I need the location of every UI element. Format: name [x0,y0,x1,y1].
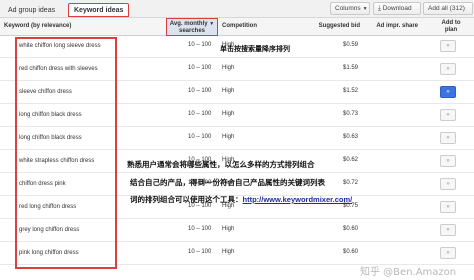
annotation-line-3: 词的排列组合可以使用这个工具：http://www.keywordmixer.c… [130,194,352,205]
add-to-plan-button[interactable]: » [440,86,456,98]
keyword-highlight-box [15,37,117,269]
header-plan-line1: Add to [441,20,461,26]
add-to-plan-button[interactable]: » [440,132,456,144]
tab-keyword-ideas[interactable]: Keyword ideas [68,3,130,17]
suggested-bid: $1.52 [342,88,358,94]
header-competition[interactable]: Competition [222,18,282,36]
add-to-plan-button[interactable]: » [440,224,456,236]
add-all-button[interactable]: Add all (312) [423,2,473,15]
add-to-plan-button[interactable]: » [440,40,456,52]
suggested-bid: $0.73 [342,111,358,117]
annotation-line-3-prefix: 词的排列组合可以使用这个工具： [130,195,243,204]
competition: High [222,226,235,232]
avg-searches: 10 – 100 [188,42,212,48]
download-icon: ⤓ [378,5,381,12]
annotation-line-1: 熟悉用户通常会将哪些属性，以怎么多样的方式排列组合 [127,160,315,169]
suggested-bid: $0.63 [342,134,358,140]
competition: High [222,88,235,94]
avg-searches: 10 – 100 [188,249,212,255]
download-button[interactable]: ⤓ Download [373,2,421,15]
sort-desc-icon: ▼ [209,21,215,27]
header-keyword[interactable]: Keyword (by relevance) [4,18,164,36]
header-suggested-bid[interactable]: Suggested bid [310,18,360,36]
avg-searches: 10 – 100 [188,65,212,71]
competition: High [222,249,235,255]
header-avg-line1: Avg. monthly [169,21,208,27]
tabs-bar: Ad group ideas Keyword ideas Columns ▼ ⤓ … [0,0,474,18]
suggested-bid: $0.72 [342,180,358,186]
add-to-plan-button[interactable]: » [440,155,456,167]
add-all-label: Add all (312) [428,5,465,12]
header-ad-impr-share[interactable]: Ad impr. share [372,18,418,36]
avg-searches: 10 – 100 [188,88,212,94]
suggested-bid: $0.59 [342,42,358,48]
competition: High [222,134,235,140]
watermark: 知乎 @Ben.Amazon [360,267,457,278]
add-to-plan-button[interactable]: » [440,201,456,213]
suggested-bid: $0.60 [342,249,358,255]
header-add-to-plan: Add to plan [430,18,472,36]
table-header: Keyword (by relevance) Avg. monthly ▼ se… [0,18,474,36]
chevron-down-icon: ▼ [362,6,368,12]
columns-label: Columns [335,5,361,12]
add-to-plan-button[interactable]: » [440,63,456,75]
annotation-line-2: 结合自己的产品，得到一份符合自己产品属性的关键词列表 [130,178,325,187]
header-plan-line2: plan [444,27,458,33]
columns-button[interactable]: Columns ▼ [330,2,370,15]
competition: High [222,111,235,117]
tab-ad-group-ideas[interactable]: Ad group ideas [2,3,61,17]
download-label: Download [382,5,412,12]
avg-searches: 10 – 100 [188,134,212,140]
sort-annotation: 单击按搜索量降序排列 [220,45,290,53]
avg-searches: 10 – 100 [188,111,212,117]
header-avg-line2: searches [178,28,206,34]
add-to-plan-button[interactable]: » [440,109,456,121]
competition: High [222,65,235,71]
add-to-plan-button[interactable]: » [440,247,456,259]
suggested-bid: $1.59 [342,65,358,71]
header-avg-monthly-searches[interactable]: Avg. monthly ▼ searches [166,18,218,36]
keywordmixer-link[interactable]: http://www.keywordmixer.com/ [243,195,353,204]
add-to-plan-button[interactable]: » [440,178,456,190]
suggested-bid: $0.62 [342,157,358,163]
suggested-bid: $0.60 [342,226,358,232]
avg-searches: 10 – 100 [188,226,212,232]
